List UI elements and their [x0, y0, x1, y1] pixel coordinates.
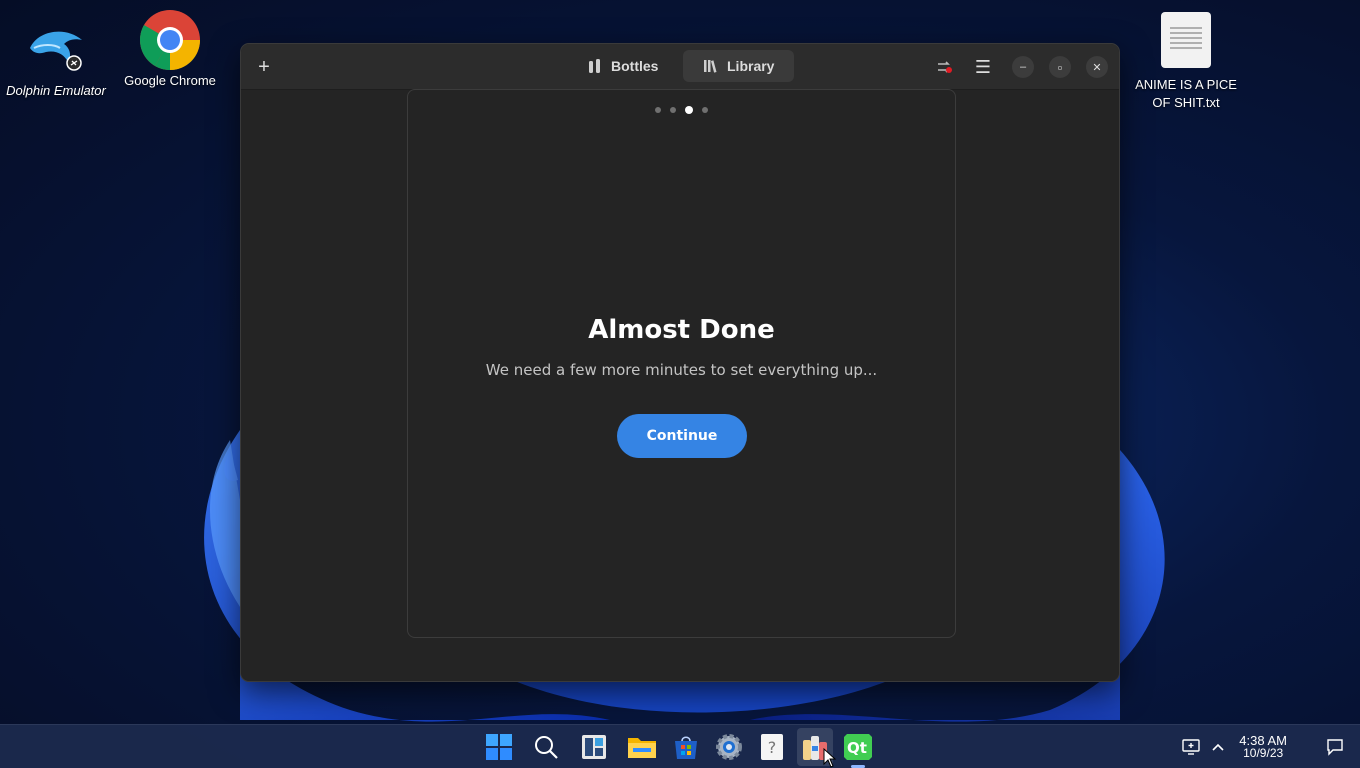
tray-display-icon[interactable]	[1181, 737, 1201, 757]
svg-text:?: ?	[768, 738, 777, 757]
settings-button[interactable]	[713, 731, 745, 763]
headerbar: + Bottles Library ☰ – ▫ ✕	[241, 44, 1119, 90]
desktop-icon-dolphin-emulator[interactable]: Dolphin Emulator	[1, 18, 111, 100]
desktop-icon-label: Google Chrome	[124, 73, 216, 88]
gear-icon	[716, 734, 742, 760]
help-icon: ?	[761, 734, 783, 760]
carousel-dot-active	[685, 106, 693, 114]
store-button[interactable]	[670, 731, 702, 763]
download-tasks-icon	[938, 61, 952, 73]
carousel-dots	[408, 106, 955, 114]
desktop-icon-google-chrome[interactable]: Google Chrome	[115, 8, 225, 90]
tasks-button[interactable]	[927, 51, 961, 83]
widgets-button[interactable]	[578, 731, 610, 763]
tray-overflow-button[interactable]	[1208, 737, 1228, 757]
dialog-subtitle: We need a few more minutes to set everyt…	[485, 361, 878, 379]
dolphin-icon	[30, 31, 82, 71]
main-menu-button[interactable]: ☰	[966, 51, 1000, 83]
mouse-cursor-icon	[823, 748, 837, 768]
widgets-icon	[582, 735, 606, 759]
start-button[interactable]	[483, 731, 515, 763]
minimize-icon: –	[1019, 61, 1027, 73]
bottles-taskbar-button[interactable]	[797, 728, 837, 768]
chrome-icon	[139, 10, 200, 71]
carousel-dot	[655, 107, 661, 113]
notifications-button[interactable]	[1325, 737, 1345, 757]
store-icon	[675, 736, 697, 759]
plus-icon: +	[258, 55, 270, 78]
desktop-icon-text-file[interactable]: ANIME IS A PICE OF SHIT.txt	[1131, 12, 1241, 112]
qt-icon: Qt	[844, 734, 872, 760]
continue-button[interactable]: Continue	[617, 414, 747, 458]
maximize-icon: ▫	[1057, 59, 1063, 75]
maximize-button[interactable]: ▫	[1049, 56, 1071, 78]
text-file-icon	[1161, 12, 1211, 68]
hamburger-menu-icon: ☰	[974, 56, 992, 77]
bottles-window: + Bottles Library ☰ – ▫ ✕ Almost Done We…	[240, 43, 1120, 682]
carousel-dot	[702, 107, 708, 113]
clock-date: 10/9/23	[1243, 746, 1284, 760]
desktop-icon-label: ANIME IS A PICE OF SHIT.txt	[1135, 77, 1237, 110]
close-icon: ✕	[1092, 61, 1102, 74]
add-button[interactable]: +	[247, 51, 281, 83]
tab-bottles[interactable]: Bottles	[567, 50, 678, 82]
monitor-icon	[1182, 739, 1200, 755]
windows-logo-icon	[486, 734, 512, 760]
minimize-button[interactable]: –	[1012, 56, 1034, 78]
help-button[interactable]: ?	[756, 731, 788, 763]
folder-icon	[628, 738, 656, 758]
onboarding-dialog: Almost Done We need a few more minutes t…	[407, 89, 956, 638]
close-button[interactable]: ✕	[1086, 56, 1108, 78]
search-button[interactable]	[530, 731, 562, 763]
desktop-icon-label: Dolphin Emulator	[6, 83, 106, 98]
file-explorer-button[interactable]	[626, 731, 658, 763]
taskbar-clock[interactable]: 4:38 AM 10/9/23	[1239, 734, 1287, 760]
svg-text:Qt: Qt	[847, 739, 867, 757]
taskbar: ? Qt 4:38 AM 10/9/23	[0, 724, 1360, 768]
tab-library[interactable]: Library	[683, 50, 795, 82]
tab-label: Bottles	[611, 58, 659, 74]
library-icon	[704, 60, 717, 73]
tab-label: Library	[727, 58, 775, 74]
search-icon	[535, 736, 558, 759]
chat-bubble-icon	[1327, 739, 1343, 756]
dialog-title: Almost Done	[588, 315, 775, 345]
carousel-dot	[670, 107, 676, 113]
bottles-icon	[589, 59, 600, 73]
chevron-up-icon	[1212, 743, 1224, 751]
qt-button[interactable]: Qt	[842, 731, 874, 768]
